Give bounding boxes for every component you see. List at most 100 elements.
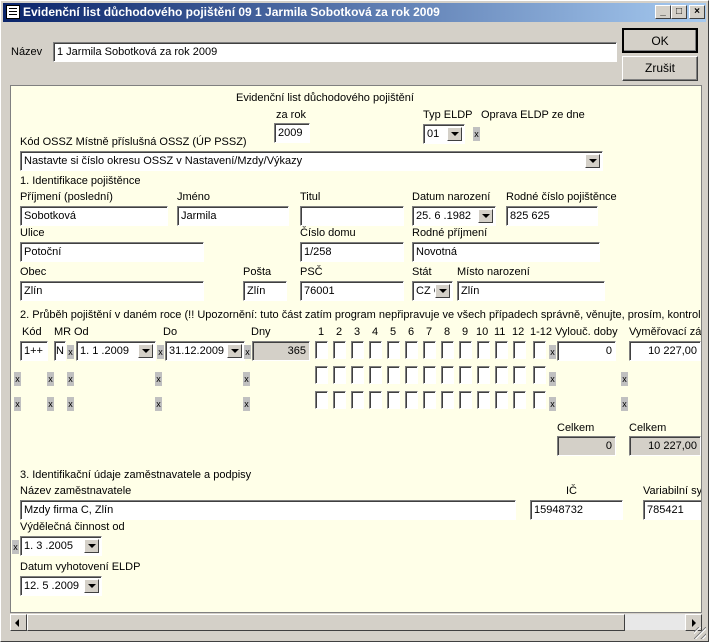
titul-field[interactable] [300,206,404,226]
obec-field[interactable]: Zlín [20,281,204,301]
row1-months-x[interactable]: x [549,345,556,359]
ok-button[interactable]: OK [622,28,698,53]
row3-od-x[interactable]: x [67,397,74,411]
row1-od-picker[interactable]: 1. 1 .2009 [76,341,156,361]
chevron-down-icon[interactable] [585,154,600,168]
row3-vymer-x[interactable]: x [621,397,628,411]
row3-vylouc-x[interactable]: x [549,397,556,411]
oprava-date-checkbox[interactable]: x [473,127,480,141]
row1-do-x[interactable]: x [244,345,251,359]
prijmeni-field[interactable]: Sobotková [20,206,168,226]
cancel-button[interactable]: Zrušit [622,56,698,81]
row2-month-10-checkbox[interactable] [477,366,490,384]
row1-month-6-checkbox[interactable] [405,341,418,359]
row3-mr-x[interactable]: x [47,397,54,411]
jmeno-field[interactable]: Jarmila [177,206,289,226]
row1-od-x[interactable]: x [157,345,164,359]
row1-do-picker[interactable]: 31.12.2009 [165,341,245,361]
row3-month-5-checkbox[interactable] [387,391,400,409]
resize-grip-icon[interactable] [694,627,706,639]
row3-month-8-checkbox[interactable] [441,391,454,409]
scroll-left-icon[interactable] [10,614,27,631]
row1-month-12-checkbox[interactable] [513,341,526,359]
row3-month-6-checkbox[interactable] [405,391,418,409]
row2-dny-x[interactable]: x [243,372,250,386]
row1-month-2-checkbox[interactable] [333,341,346,359]
row3-month-12-checkbox[interactable] [513,391,526,409]
row2-month-8-checkbox[interactable] [441,366,454,384]
row1-kod-field[interactable]: 1++ [20,341,48,361]
row1-month-4-checkbox[interactable] [369,341,382,359]
datum-narozeni-picker[interactable]: 25. 6 .1982 [412,206,496,226]
minimize-button[interactable]: _ [655,5,671,19]
psc-field[interactable]: 76001 [300,281,404,301]
row2-mr-x[interactable]: x [47,372,54,386]
vydelecna-x[interactable]: x [12,540,19,554]
row1-month-3-checkbox[interactable] [351,341,364,359]
maximize-button[interactable]: □ [671,5,687,19]
row3-month-4-checkbox[interactable] [369,391,382,409]
cislo-domu-field[interactable]: 1/258 [300,242,404,262]
chevron-down-icon[interactable] [84,539,99,553]
row3-month-1-checkbox[interactable] [315,391,328,409]
rodne-cislo-field[interactable]: 825 625 [506,206,598,226]
za-rok-field[interactable]: 2009 [274,123,310,143]
zamestnavatel-field[interactable]: Mzdy firma C, Zlín [20,500,516,520]
row3-kod-x[interactable]: x [14,397,21,411]
row3-month-7-checkbox[interactable] [423,391,436,409]
row1-month-5-checkbox[interactable] [387,341,400,359]
posta-field[interactable]: Zlín [243,281,287,301]
row3-dny-x[interactable]: x [243,397,250,411]
vydelecna-cinnost-picker[interactable]: 1. 3 .2005 [20,536,102,556]
row2-month-5-checkbox[interactable] [387,366,400,384]
row3-month-10-checkbox[interactable] [477,391,490,409]
row3-do-x[interactable]: x [155,397,162,411]
row2-month-4-checkbox[interactable] [369,366,382,384]
row3-month-13-checkbox[interactable] [533,391,546,409]
row3-month-2-checkbox[interactable] [333,391,346,409]
row2-month-12-checkbox[interactable] [513,366,526,384]
datum-vyhotoveni-picker[interactable]: 12. 5 .2009 [20,576,102,596]
stat-select[interactable]: CZ Č [412,281,453,301]
row1-month-11-checkbox[interactable] [495,341,508,359]
row2-vylouc-x[interactable]: x [549,372,556,386]
row2-month-1-checkbox[interactable] [315,366,328,384]
title-bar[interactable]: Evidenční list důchodového pojištění 09 … [3,3,706,22]
row3-month-11-checkbox[interactable] [495,391,508,409]
row1-month-7-checkbox[interactable] [423,341,436,359]
row1-vymer-field[interactable]: 10 227,00 [629,341,701,361]
chevron-down-icon[interactable] [478,209,493,223]
row2-vymer-x[interactable]: x [621,372,628,386]
chevron-down-icon[interactable] [138,344,153,358]
chevron-down-icon[interactable] [435,284,450,298]
chevron-down-icon[interactable] [447,127,462,141]
rodne-prijmeni-field[interactable]: Novotná [412,242,600,262]
typ-eldp-select[interactable]: 01 [423,124,465,144]
misto-narozeni-field[interactable]: Zlín [457,281,605,301]
chevron-down-icon[interactable] [84,579,99,593]
row3-month-3-checkbox[interactable] [351,391,364,409]
nazev-field[interactable]: 1 Jarmila Sobotková za rok 2009 [53,42,617,62]
row1-month-13-checkbox[interactable] [533,341,546,359]
row2-month-7-checkbox[interactable] [423,366,436,384]
row1-mr-field[interactable]: N [54,341,66,361]
row1-month-8-checkbox[interactable] [441,341,454,359]
row2-month-13-checkbox[interactable] [533,366,546,384]
row2-month-2-checkbox[interactable] [333,366,346,384]
row3-month-9-checkbox[interactable] [459,391,472,409]
kod-ossz-select[interactable]: Nastavte si číslo okresu OSSZ v Nastaven… [20,151,603,171]
row2-do-x[interactable]: x [155,372,162,386]
row1-month-9-checkbox[interactable] [459,341,472,359]
ulice-field[interactable]: Potoční [20,242,204,262]
row2-month-9-checkbox[interactable] [459,366,472,384]
row2-month-11-checkbox[interactable] [495,366,508,384]
row2-kod-x[interactable]: x [14,372,21,386]
variabilni-symbol-field[interactable]: 785421 [643,500,701,520]
row2-month-3-checkbox[interactable] [351,366,364,384]
row1-month-1-checkbox[interactable] [315,341,328,359]
row2-od-x[interactable]: x [67,372,74,386]
row1-mr-x[interactable]: x [67,345,74,359]
row1-vylouc-field[interactable]: 0 [557,341,616,361]
close-button[interactable]: × [689,5,705,19]
row2-month-6-checkbox[interactable] [405,366,418,384]
